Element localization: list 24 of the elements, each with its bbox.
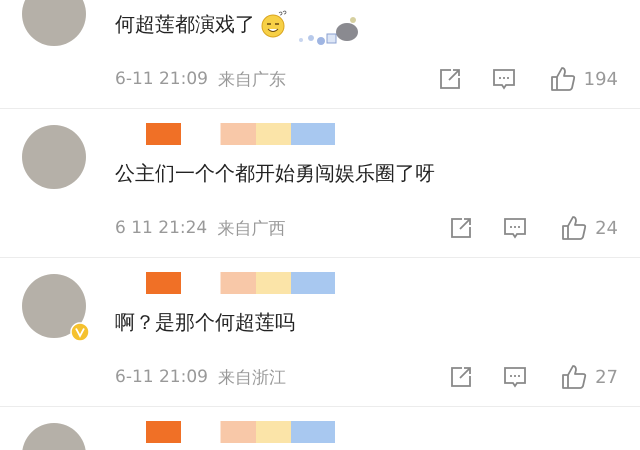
share-icon[interactable] bbox=[438, 67, 462, 91]
grin-emoji-icon bbox=[259, 9, 289, 39]
comment-text: 何超莲都演戏了 bbox=[115, 10, 255, 38]
comment-location: 来自广西 bbox=[217, 218, 286, 240]
comment-text: 公主们一个个都开始勇闯娱乐圈了呀 bbox=[115, 160, 435, 186]
comment-time: 6-11 21:09 bbox=[115, 69, 208, 89]
like-count: 27 bbox=[595, 366, 618, 388]
like-count: 194 bbox=[584, 68, 618, 90]
comment-icon[interactable] bbox=[503, 365, 528, 389]
share-icon[interactable] bbox=[449, 216, 474, 240]
thumbs-up-icon[interactable] bbox=[550, 66, 576, 92]
thumbs-up-icon[interactable] bbox=[561, 364, 588, 390]
comment-time: 6 11 21:24 bbox=[115, 218, 208, 238]
comment-text: 啊？是那个何超莲吗 bbox=[115, 308, 295, 336]
comment-location: 来自浙江 bbox=[218, 366, 286, 388]
comment-time: 6-11 21:09 bbox=[115, 367, 208, 387]
verified-badge-icon bbox=[70, 322, 90, 342]
share-icon[interactable] bbox=[449, 365, 474, 389]
comment-icon[interactable] bbox=[503, 216, 528, 240]
thumbs-up-icon[interactable] bbox=[561, 215, 588, 241]
like-count: 24 bbox=[595, 218, 618, 238]
comment-location: 来自广东 bbox=[218, 68, 286, 90]
avatar-placeholder[interactable] bbox=[22, 0, 86, 46]
comment-icon[interactable] bbox=[492, 67, 516, 91]
